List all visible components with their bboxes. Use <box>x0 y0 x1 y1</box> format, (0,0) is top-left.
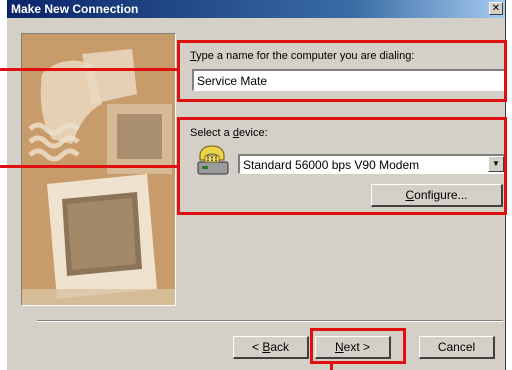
separator <box>37 320 503 322</box>
back-button[interactable]: < Back <box>233 336 309 359</box>
close-button[interactable]: ✕ <box>489 2 503 15</box>
wizard-illustration <box>21 33 176 306</box>
callout-next-box <box>310 328 406 364</box>
computer-photo <box>22 34 175 305</box>
callout-name-line <box>0 68 178 71</box>
title-bar[interactable]: Make New Connection ✕ <box>7 0 505 18</box>
close-icon: ✕ <box>491 3 501 14</box>
back-button-prefix: < <box>251 340 263 354</box>
back-button-label: ack <box>270 340 290 354</box>
dialog-title: Make New Connection <box>11 2 139 16</box>
cancel-button[interactable]: Cancel <box>419 336 495 359</box>
callout-device-box <box>177 117 507 215</box>
callout-device-line <box>0 165 178 168</box>
callout-next-line <box>330 363 333 370</box>
callout-name-box <box>177 40 507 102</box>
cancel-button-label: Cancel <box>437 340 476 354</box>
